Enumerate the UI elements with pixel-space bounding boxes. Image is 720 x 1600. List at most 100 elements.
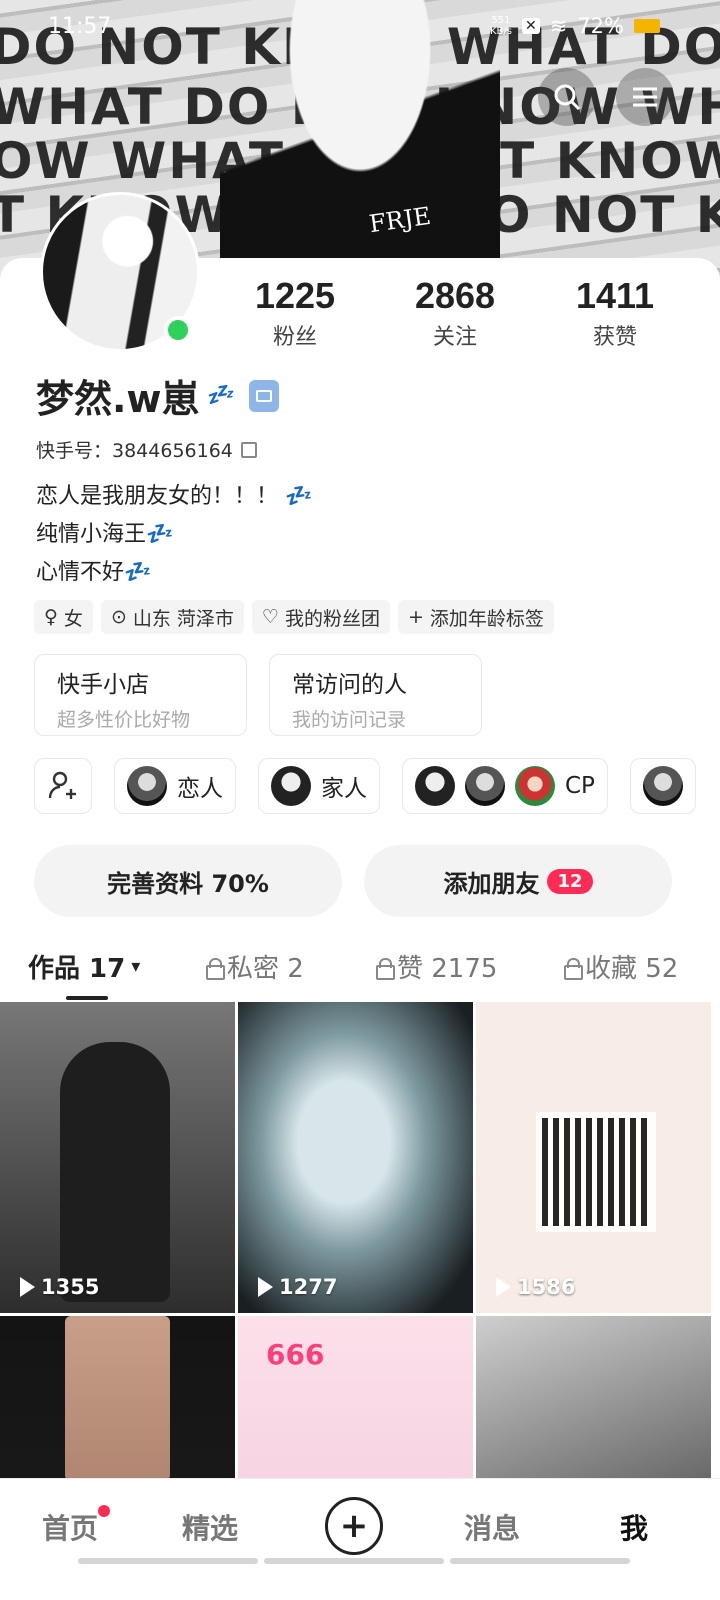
tag-location[interactable]: ⊙ 山东 菏泽市 xyxy=(100,600,244,634)
network-speed-unit: KB/s xyxy=(489,26,512,37)
play-count-value: 1277 xyxy=(279,1275,338,1299)
plus-icon: + xyxy=(407,606,424,628)
tag-fan-club[interactable]: ♡ 我的粉丝团 xyxy=(251,600,390,634)
play-icon xyxy=(20,1277,35,1297)
tag-add-age[interactable]: + 添加年龄标签 xyxy=(397,600,554,634)
search-icon xyxy=(554,84,581,111)
lock-icon xyxy=(564,957,583,980)
shortcut-shop[interactable]: 快手小店 超多性价比好物 xyxy=(34,654,247,736)
shortcut-subtitle: 我的访问记录 xyxy=(292,709,407,731)
add-friend-label: 添加朋友 xyxy=(443,869,540,898)
shortcut-visitors[interactable]: 常访问的人 我的访问记录 xyxy=(269,654,482,736)
play-count: 1586 xyxy=(496,1275,575,1299)
tab-label: 赞 2175 xyxy=(397,954,498,984)
tag-label: 添加年龄标签 xyxy=(429,607,544,630)
bio-line: 纯情小海王💤 xyxy=(36,522,174,547)
tag-gender[interactable]: ♀ 女 xyxy=(34,600,93,634)
play-count: 1355 xyxy=(20,1275,99,1299)
status-bar: 11:57 551 KB/s ✕ ≋ 72% xyxy=(0,0,720,56)
stat-label: 关注 xyxy=(432,325,477,350)
lock-icon xyxy=(206,957,225,980)
add-friend-button[interactable]: 添加朋友 12 xyxy=(364,845,672,917)
relation-family[interactable]: 家人 xyxy=(258,758,380,814)
network-speed: 551 KB/s xyxy=(490,15,512,37)
menu-button[interactable] xyxy=(616,68,674,126)
avatar xyxy=(271,766,311,806)
relation-cp[interactable]: CP xyxy=(402,758,608,814)
profile-stats: 1225 粉丝 2868 关注 1411 获赞 xyxy=(215,275,695,351)
video-thumbnail[interactable]: 1355 xyxy=(0,1002,235,1313)
tab-label: 私密 2 xyxy=(227,954,304,984)
stat-following[interactable]: 2868 关注 xyxy=(375,275,535,351)
tag-label: 我的粉丝团 xyxy=(284,607,380,630)
gender-icon: ♀ xyxy=(44,606,58,628)
complete-profile-button[interactable]: 完善资料 70% xyxy=(34,845,342,917)
relation-label: CP xyxy=(565,773,595,799)
search-button[interactable] xyxy=(538,68,596,126)
content-tabs: 作品 17 ▾ 私密 2 赞 2175 收藏 52 xyxy=(28,948,720,985)
tab-works[interactable]: 作品 17 ▾ xyxy=(28,948,206,985)
profile-actions: 完善资料 70% 添加朋友 12 xyxy=(34,845,672,917)
kuaishou-id-text: 快手号：3844656164 xyxy=(36,440,233,462)
avatar xyxy=(515,766,555,806)
create-button[interactable]: + xyxy=(325,1497,383,1555)
badge-icon[interactable] xyxy=(248,379,279,412)
relation-label: 恋人 xyxy=(177,776,223,802)
battery-percent: 72% xyxy=(577,14,624,38)
home-indicator xyxy=(78,1558,630,1564)
stat-value: 2868 xyxy=(414,275,496,316)
stat-likes[interactable]: 1411 获赞 xyxy=(535,275,695,351)
relation-lover[interactable]: 恋人 xyxy=(114,758,236,814)
shortcut-title: 快手小店 xyxy=(57,672,149,698)
nav-messages[interactable]: 消息 xyxy=(464,1507,520,1547)
username: 梦然.w崽 xyxy=(36,377,200,421)
relations-row: 恋人 家人 CP xyxy=(34,758,696,814)
tab-favorites[interactable]: 收藏 52 xyxy=(564,948,714,985)
active-tab-indicator xyxy=(66,996,108,1000)
stat-value: 1411 xyxy=(575,275,655,316)
tab-private[interactable]: 私密 2 xyxy=(206,948,376,985)
tab-label: 作品 17 xyxy=(28,954,126,984)
avatar xyxy=(465,766,505,806)
qr-code-image xyxy=(536,1112,656,1232)
wifi-icon: ≋ xyxy=(549,14,568,38)
heart-icon: ♡ xyxy=(261,606,279,628)
network-speed-value: 551 xyxy=(491,15,511,26)
location-icon: ⊙ xyxy=(110,606,127,628)
stat-followers[interactable]: 1225 粉丝 xyxy=(215,275,375,351)
kuaishou-id[interactable]: 快手号：3844656164 xyxy=(36,436,257,463)
play-icon xyxy=(496,1277,511,1297)
friend-request-badge: 12 xyxy=(547,868,593,894)
avatar xyxy=(127,766,167,806)
nav-featured[interactable]: 精选 xyxy=(182,1507,238,1547)
nav-home[interactable]: 首页 xyxy=(42,1507,98,1547)
notification-dot xyxy=(98,1505,110,1517)
avatar xyxy=(642,766,683,806)
lock-icon xyxy=(376,957,395,980)
video-thumbnail[interactable]: 1586 xyxy=(476,1002,711,1313)
bottom-navigation: 首页 精选 + 消息 我 xyxy=(0,1478,720,1600)
video-thumbnail[interactable]: 1277 xyxy=(238,1002,473,1313)
avatar xyxy=(415,766,455,806)
play-count-value: 1586 xyxy=(517,1275,576,1299)
qr-code-icon[interactable] xyxy=(240,441,257,458)
stat-label: 获赞 xyxy=(592,325,637,350)
menu-icon xyxy=(633,87,657,107)
relation-more[interactable] xyxy=(629,758,696,814)
name-row: 梦然.w崽 💤 xyxy=(36,368,279,423)
intimacy-score: 666 xyxy=(266,1338,325,1371)
add-person-icon xyxy=(48,771,76,799)
x-icon: ✕ xyxy=(521,18,540,34)
certificate-image xyxy=(65,1316,170,1481)
status-time: 11:57 xyxy=(48,14,112,39)
tab-liked[interactable]: 赞 2175 xyxy=(376,948,564,985)
nav-me[interactable]: 我 xyxy=(620,1507,648,1547)
chevron-down-icon: ▾ xyxy=(131,956,141,977)
add-relation-button[interactable] xyxy=(34,758,92,814)
status-icons: 551 KB/s ✕ ≋ 72% xyxy=(490,14,660,38)
tag-label: 女 xyxy=(63,607,83,630)
bio: 恋人是我朋友女的！！！ 💤 纯情小海王💤 心情不好💤 xyxy=(36,478,312,592)
shortcuts: 快手小店 超多性价比好物 常访问的人 我的访问记录 xyxy=(34,654,482,736)
tag-label: 山东 菏泽市 xyxy=(132,607,234,630)
online-status-dot xyxy=(164,316,192,344)
